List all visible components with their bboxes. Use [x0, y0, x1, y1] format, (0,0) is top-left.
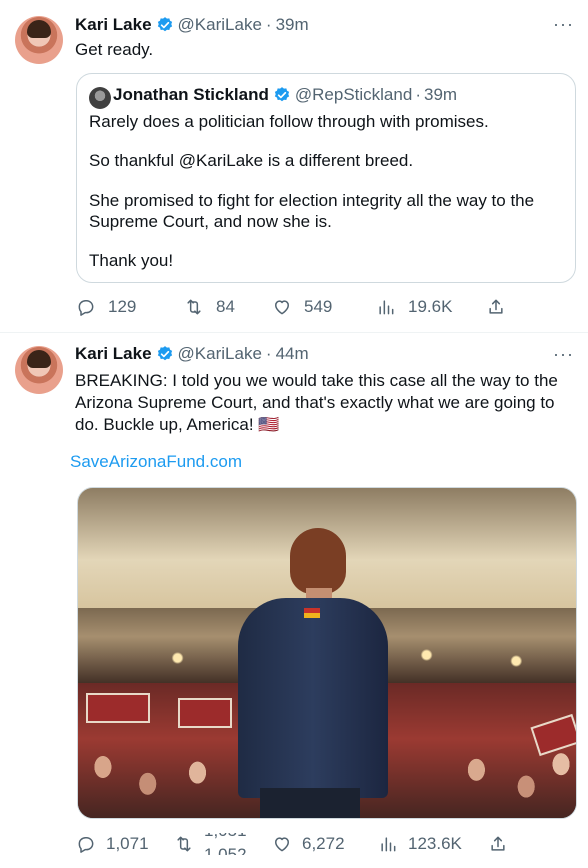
- retweet-count: 84: [216, 297, 235, 316]
- avatar[interactable]: [15, 16, 63, 64]
- retweet-icon: [177, 836, 191, 852]
- speaker-hair: [290, 528, 346, 594]
- quoted-paragraph: So thankful @KariLake is a different bre…: [89, 151, 414, 170]
- like-count: 549: [304, 297, 333, 316]
- separator-dot: ·: [265, 344, 272, 363]
- quoted-timestamp[interactable]: 39m: [424, 85, 457, 105]
- heart-icon: [275, 300, 289, 315]
- view-count: 19.6K: [408, 297, 453, 316]
- views-button[interactable]: 123.6K: [378, 834, 488, 854]
- view-count: 123.6K: [408, 834, 462, 853]
- quoted-paragraph: She promised to fight for election integ…: [89, 191, 535, 231]
- reply-button[interactable]: 129: [76, 297, 184, 317]
- tweet-text: BREAKING: I told you we would take this …: [75, 371, 558, 434]
- author-name[interactable]: Kari Lake: [75, 344, 152, 364]
- quoted-header: Jonathan Stickland @RepStickland · 39m: [113, 85, 457, 105]
- retweet-count-old: 1,051: [204, 833, 247, 841]
- reply-count: 1,071: [106, 834, 149, 853]
- more-options-icon[interactable]: ···: [553, 344, 574, 365]
- more-options-icon[interactable]: ···: [553, 14, 574, 35]
- quoted-author-name[interactable]: Jonathan Stickland: [113, 85, 269, 105]
- like-button[interactable]: 6,272: [272, 834, 378, 854]
- heart-icon: [275, 837, 289, 852]
- speaker-legs: [260, 788, 360, 818]
- quoted-tweet[interactable]: Jonathan Stickland @RepStickland · 39m R…: [76, 73, 576, 283]
- timestamp[interactable]: 44m: [276, 344, 309, 364]
- speaker-jacket: [238, 598, 388, 798]
- reply-icon: [78, 300, 94, 316]
- reply-icon: [78, 837, 94, 853]
- verified-badge-icon: [274, 87, 289, 102]
- tweet-header: Kari Lake @KariLake · 39m: [75, 15, 309, 35]
- separator-dot: ·: [415, 85, 421, 104]
- tweet[interactable]: Kari Lake @KariLake · 39m ··· Get ready.…: [0, 0, 588, 332]
- retweet-count-rolling: 1,051 1,052: [204, 833, 254, 855]
- quoted-paragraph: Rarely does a politician follow through …: [89, 112, 489, 131]
- views-icon: [379, 300, 394, 315]
- like-button[interactable]: 549: [272, 297, 376, 317]
- author-name[interactable]: Kari Lake: [75, 15, 152, 35]
- tweet-actions: 129 84 549 19.6K: [76, 297, 506, 317]
- like-count: 6,272: [302, 834, 345, 853]
- tweet-photo[interactable]: [77, 487, 577, 819]
- views-icon: [381, 837, 396, 852]
- tweet-header: Kari Lake @KariLake · 44m: [75, 344, 309, 364]
- arizona-flag-pin-icon: [304, 608, 320, 618]
- author-handle[interactable]: @KariLake: [178, 344, 262, 364]
- share-button[interactable]: [488, 834, 508, 854]
- quoted-paragraph: Thank you!: [89, 251, 174, 270]
- share-icon: [491, 836, 505, 851]
- retweet-button[interactable]: 84: [184, 297, 272, 317]
- separator-dot: ·: [265, 15, 272, 34]
- quoted-author-handle[interactable]: @RepStickland: [295, 85, 412, 105]
- quoted-avatar[interactable]: [89, 87, 111, 109]
- verified-badge-icon: [157, 17, 172, 32]
- tweet-text: Get ready.: [75, 40, 154, 59]
- reply-count: 129: [108, 297, 137, 316]
- share-icon: [489, 299, 503, 314]
- retweet-count-new: 1,052: [204, 845, 247, 855]
- avatar[interactable]: [15, 346, 63, 394]
- crowd-sign: [86, 693, 150, 723]
- crowd-sign: [178, 698, 232, 728]
- reply-button[interactable]: 1,071: [76, 834, 174, 854]
- retweet-button[interactable]: 1,051 1,052: [174, 833, 272, 855]
- tweet-link[interactable]: SaveArizonaFund.com: [70, 452, 242, 472]
- tweet-actions: 1,071 1,051 1,052 6,272 123.6K: [76, 833, 508, 855]
- verified-badge-icon: [157, 346, 172, 361]
- views-button[interactable]: 19.6K: [376, 297, 486, 317]
- timestamp[interactable]: 39m: [276, 15, 309, 35]
- retweet-icon: [187, 299, 201, 315]
- author-handle[interactable]: @KariLake: [178, 15, 262, 35]
- share-button[interactable]: [486, 297, 506, 317]
